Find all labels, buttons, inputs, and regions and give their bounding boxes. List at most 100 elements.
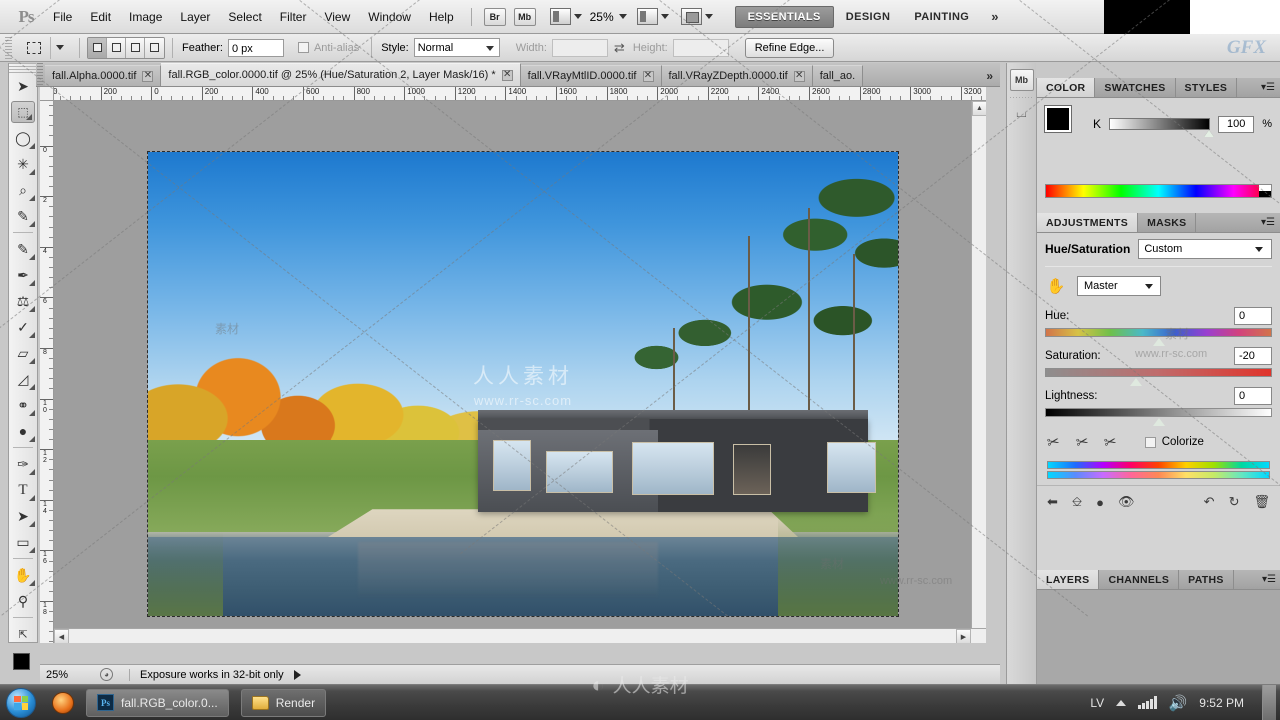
tab-bar-grip[interactable] [37,63,43,85]
tool-eraser[interactable]: ▱ [9,340,37,366]
menu-layer[interactable]: Layer [171,7,219,27]
swap-colors-button[interactable]: ⇱ [9,621,37,647]
zoom-level-value[interactable]: 25% [584,10,616,24]
menu-help[interactable]: Help [420,7,463,27]
eyedropper-subtract-icon[interactable]: ✂ [1103,432,1118,452]
workspace-essentials[interactable]: ESSENTIALS [734,5,834,28]
menu-filter[interactable]: Filter [271,7,316,27]
colorize-checkbox[interactable] [1144,436,1156,448]
foreground-color-swatch[interactable] [1044,105,1072,133]
vertical-ruler[interactable]: 0 0 2 4 6 8 10 12 14 16 18 [40,101,54,643]
start-button[interactable] [6,687,36,718]
tool-eyedropper[interactable]: ✎ [9,203,37,229]
close-icon[interactable]: ✕ [793,70,805,82]
panel-menu-icon[interactable]: ▾☰ [1261,217,1275,228]
workspace-design[interactable]: DESIGN [834,7,903,27]
scroll-left-icon[interactable]: ◀ [54,629,69,643]
colorize-control[interactable]: Colorize [1144,436,1204,448]
tool-rectangular-marquee[interactable]: ⬚ [11,101,35,123]
slider-thumb[interactable] [1204,130,1215,137]
on-image-adjust-icon[interactable]: ✋ [1045,277,1067,295]
intersect-selection-button[interactable] [145,37,164,58]
launch-bridge-button[interactable]: Br [483,7,506,26]
lightness-slider-thumb[interactable] [1152,418,1165,426]
arrange-documents-menu[interactable] [629,8,669,25]
saturation-slider-track[interactable] [1045,368,1272,386]
preview-toggle-icon[interactable]: ● [1096,495,1104,510]
horizontal-ruler[interactable]: 0200020040060080010001200140016001800200… [54,87,986,101]
tool-quick-selection[interactable]: ✳ [9,151,37,177]
channel-select[interactable]: Master [1077,276,1161,296]
reset-view-icon[interactable]: ↶ [1204,494,1215,510]
close-icon[interactable]: ✕ [501,69,513,81]
saturation-slider-thumb[interactable] [1130,378,1142,386]
canvas-vertical-scrollbar[interactable]: ▲ ▼ [971,101,986,643]
taskbar-item-render[interactable]: Render [240,688,327,717]
mini-bridge-rail-button[interactable]: Mb [1009,69,1034,91]
style-select[interactable]: Normal [413,38,500,57]
tool-zoom[interactable]: ⚲ [9,588,37,614]
launch-mini-bridge-button[interactable]: Mb [513,7,536,26]
color-panel-swatches[interactable] [1044,105,1087,142]
menu-window[interactable]: Window [359,7,420,27]
scroll-right-icon[interactable]: ▶ [956,629,971,643]
document-tab-fall-ao[interactable]: fall_ao. [812,65,864,86]
tool-horizontal-type[interactable]: T [9,477,37,503]
subtract-from-selection-button[interactable] [126,37,145,58]
tool-move[interactable]: ➤ [9,73,37,99]
hue-slider-track[interactable] [1045,328,1272,346]
panel-menu-icon[interactable]: ▾☰ [1261,82,1275,93]
tab-overflow-button[interactable]: » [979,65,1000,86]
workspace-painting[interactable]: PAINTING [902,7,981,27]
close-icon[interactable]: ✕ [142,70,154,82]
document-info-icon[interactable]: ◕ [100,668,113,681]
tab-adjustments[interactable]: ADJUSTMENTS [1037,213,1139,232]
menu-file[interactable]: File [44,7,81,27]
close-icon[interactable]: ✕ [642,70,654,82]
image-canvas[interactable]: 人人素材 www.rr-sc.com [147,151,899,617]
volume-icon[interactable]: 🔊 [1169,694,1188,712]
clip-to-layer-icon[interactable]: ⎒ [1072,494,1082,510]
width-input[interactable] [551,38,608,57]
screen-mode-menu[interactable] [673,8,713,25]
show-hidden-icons-icon[interactable] [1116,699,1127,706]
tool-blur[interactable]: ⚭ [9,392,37,418]
reset-adjustment-icon[interactable]: ↻ [1229,494,1240,510]
tab-masks[interactable]: MASKS [1138,213,1197,232]
taskbar-item-photoshop[interactable]: Ps fall.RGB_color.0... [86,688,229,717]
menu-select[interactable]: Select [219,7,270,27]
tool-pen[interactable]: ✑ [9,451,37,477]
document-tab-rgb-color[interactable]: fall.RGB_color.0000.tif @ 25% (Hue/Satur… [161,63,521,86]
tool-crop[interactable]: ⌕ [9,177,37,203]
hue-slider-thumb[interactable] [1152,338,1165,346]
feather-input[interactable]: 0 px [227,38,284,57]
eyedropper-add-icon[interactable]: ✂ [1074,432,1089,452]
swap-dimensions-icon[interactable]: ⇄ [608,40,631,56]
tool-gradient[interactable]: ◿ [9,366,37,392]
menu-image[interactable]: Image [120,7,171,27]
history-icon[interactable]: ⌴ [1010,102,1034,124]
tools-panel-grip[interactable] [9,63,37,73]
result-hue-bar[interactable] [1047,471,1270,479]
return-to-adjustment-list-icon[interactable]: ⬅ [1047,494,1058,510]
tab-swatches[interactable]: SWATCHES [1095,78,1176,97]
canvas-area[interactable]: 人人素材 www.rr-sc.com ▲ ▼ ◀ ▶ [54,101,986,643]
eye-icon[interactable]: 👁 [1118,494,1135,510]
anti-alias-checkbox[interactable] [297,42,309,53]
menu-view[interactable]: View [315,7,359,27]
network-signal-icon[interactable] [1138,696,1157,709]
tool-spot-healing-brush[interactable]: ✎ [9,236,37,262]
document-tab-vrayzdepth[interactable]: fall.VRayZDepth.0000.tif ✕ [661,65,813,86]
tool-clone-stamp[interactable]: ⚖ [9,288,37,314]
height-input[interactable] [672,38,729,57]
hue-value-input[interactable]: 0 [1234,307,1272,325]
tool-lasso[interactable]: ◯ [9,125,37,151]
tool-preset-chevron-down-icon[interactable] [56,45,64,50]
canvas-horizontal-scrollbar[interactable]: ◀ ▶ [54,628,986,643]
tab-color[interactable]: COLOR [1037,78,1096,97]
tab-layers[interactable]: LAYERS [1037,570,1100,589]
refine-edge-button[interactable]: Refine Edge... [744,37,835,58]
view-extras-menu[interactable] [542,8,582,25]
tab-styles[interactable]: STYLES [1176,78,1238,97]
tool-brush[interactable]: ✒ [9,262,37,288]
